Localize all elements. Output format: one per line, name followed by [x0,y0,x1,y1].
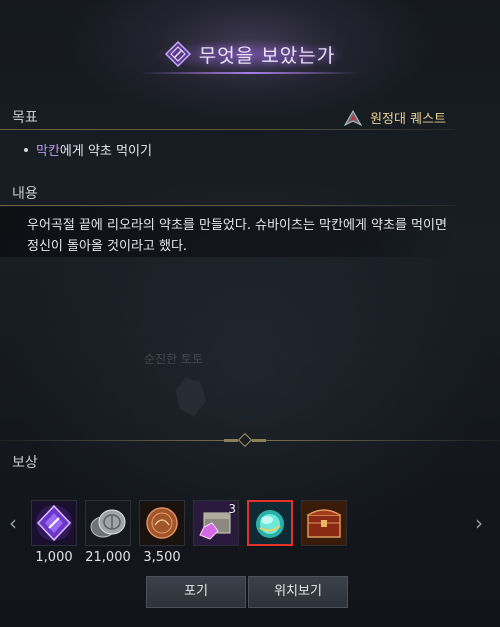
title-underline [140,72,360,74]
bullet-icon [24,147,28,152]
background-npc-label: 순진한 토토 [144,352,204,366]
red-chest-icon [302,501,346,545]
content-label: 내용 [12,186,38,202]
reward-next-arrow[interactable]: › [472,513,486,533]
reward-slot[interactable] [31,500,77,546]
objective-label: 목표 [12,110,38,126]
stack-count: 3 [228,502,236,516]
content-text: 우어곡절 끝에 리오라의 약초를 만들었다. 슈바이츠는 막칸에게 약초를 먹이… [27,218,447,254]
reward-count: 1,000 [35,550,73,565]
reward-slot[interactable] [139,500,185,546]
objective-divider [0,129,455,130]
objective-item: 막칸 에게 약초 먹이기 [24,140,152,159]
reward-slot[interactable] [301,500,347,546]
objective-npc[interactable]: 막칸 [36,140,60,159]
reward-count: 3,500 [143,550,181,565]
locate-button[interactable]: 위치보기 [248,576,348,608]
quest-emblem-icon [164,41,191,67]
page-title: 무엇을 보았는가 [198,44,336,67]
content-divider [0,205,455,206]
purple-crystal-icon [32,501,76,545]
reward-slot[interactable] [85,500,131,546]
quest-type: 원정대 퀘스트 [344,108,446,127]
objective-text: 에게 약초 먹이기 [59,144,152,159]
reward-slot-selected[interactable] [247,500,293,546]
ornament-right [252,439,266,442]
reward-count: 21,000 [85,550,131,565]
ornament-left [224,439,238,442]
reward-slot[interactable]: 3 [193,500,239,546]
quest-type-label: 원정대 퀘스트 [370,112,446,127]
quest-title-bar: 무엇을 보았는가 [0,30,500,78]
reward-label: 보상 [12,455,38,471]
reward-prev-arrow[interactable]: ‹ [6,513,20,533]
silver-coins-icon [86,501,130,545]
glowing-orb-icon [249,502,291,544]
bronze-coin-icon [140,501,184,545]
give-up-button[interactable]: 포기 [146,576,246,608]
expedition-icon [344,109,363,126]
